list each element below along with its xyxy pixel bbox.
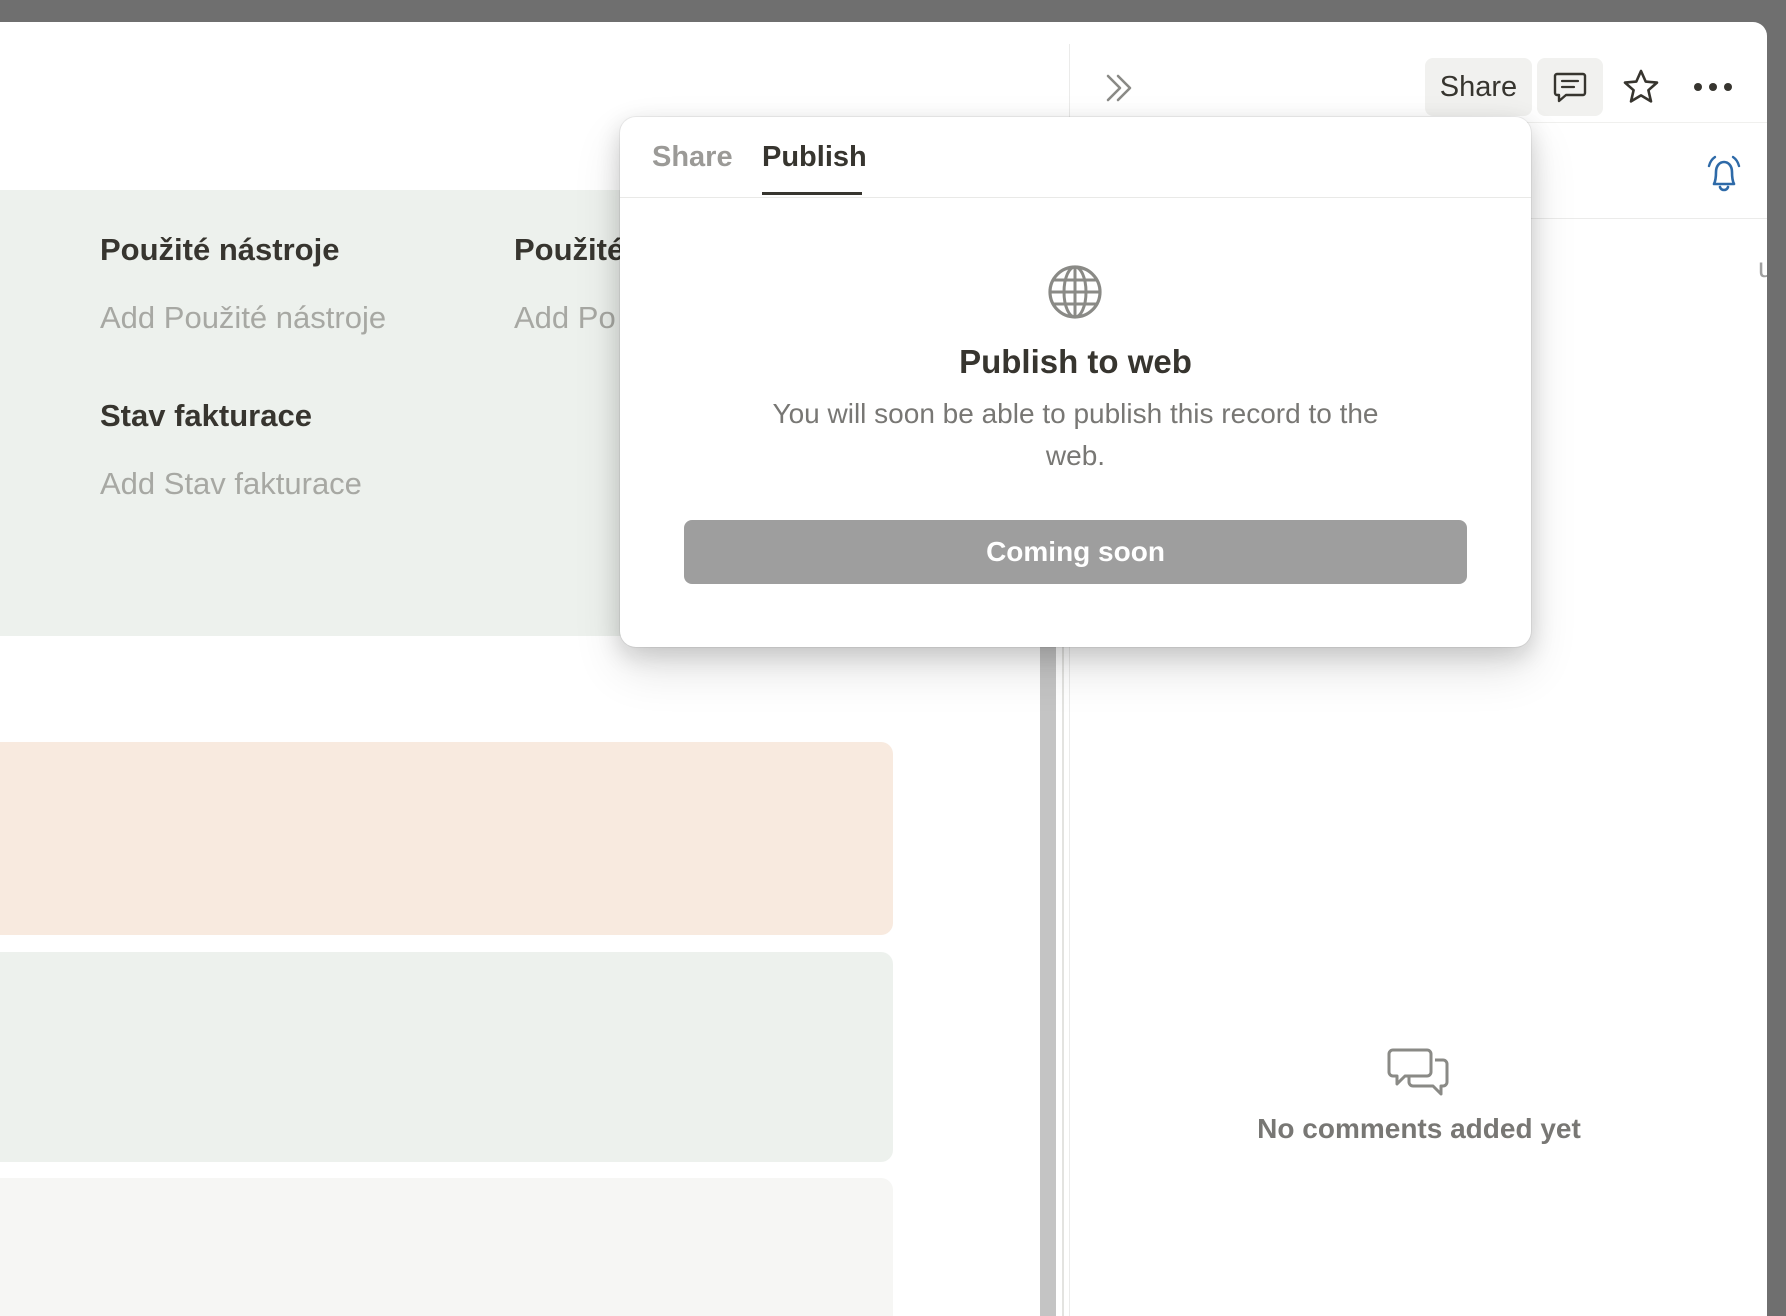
favorite-button[interactable] <box>1612 58 1670 116</box>
panel-resize-handle[interactable] <box>1040 627 1056 1316</box>
panel-divider <box>1062 627 1064 1316</box>
coming-soon-button[interactable]: Coming soon <box>684 520 1467 584</box>
clipped-label: u <box>1758 252 1767 283</box>
empty-comments-text: No comments added yet <box>1257 1113 1581 1144</box>
notifications-button[interactable] <box>1704 154 1744 198</box>
property-label-pouzite: Použité <box>514 232 625 267</box>
bell-icon <box>1707 155 1741 192</box>
share-popover: Share Publish Publish to web You will so… <box>620 117 1531 647</box>
star-icon <box>1623 69 1659 103</box>
empty-comments-state: No comments added yet <box>1070 1044 1767 1145</box>
tab-publish[interactable]: Publish <box>762 141 867 174</box>
property-label-nastroje: Použité nástroje <box>100 232 340 267</box>
comments-toggle-button[interactable] <box>1537 58 1603 116</box>
add-pouzite-button[interactable]: Add Po <box>514 300 616 336</box>
publish-title: Publish to web <box>959 343 1192 380</box>
active-tab-indicator <box>762 192 862 195</box>
popover-tabs: Share Publish <box>620 117 1531 198</box>
add-nastroje-button[interactable]: Add Použité nástroje <box>100 300 386 336</box>
collapse-panel-button[interactable] <box>1100 68 1140 108</box>
add-stav-fakturace-button[interactable]: Add Stav fakturace <box>100 466 362 502</box>
app-window: Použité nástroje Add Použité nástroje Po… <box>0 22 1767 1316</box>
property-label-stav-fakturace: Stav fakturace <box>100 398 312 433</box>
tab-share[interactable]: Share <box>652 141 733 174</box>
share-button[interactable]: Share <box>1425 58 1532 116</box>
content-block-peach[interactable] <box>0 742 893 935</box>
comment-icon <box>1553 72 1587 103</box>
globe-icon <box>1048 265 1102 319</box>
comments-icon <box>1387 1048 1449 1096</box>
content-block-gray[interactable] <box>0 1178 893 1316</box>
collapse-double-chevron-icon <box>1106 74 1132 102</box>
more-options-button[interactable] <box>1684 58 1742 116</box>
more-icon <box>1694 83 1732 91</box>
content-block-green[interactable] <box>0 952 893 1162</box>
publish-description: You will soon be able to publish this re… <box>772 398 1379 471</box>
